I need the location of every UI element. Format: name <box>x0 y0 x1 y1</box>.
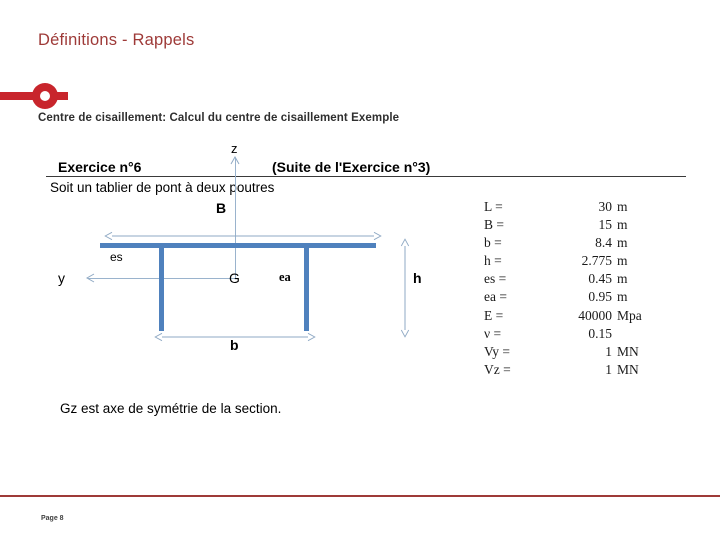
label-height: h <box>413 270 422 286</box>
parameter-unit: m <box>617 235 628 251</box>
right-girder-web-shape <box>304 247 309 331</box>
parameter-value: 15 <box>598 217 613 233</box>
exercise-title-right: (Suite de l'Exercice n°3) <box>272 159 431 175</box>
deck-slab-shape <box>100 243 376 248</box>
parameter-value: 1 <box>605 343 612 359</box>
table-row: L = 30 m <box>484 200 659 218</box>
parameter-value: 0.95 <box>588 289 612 305</box>
parameter-values-body: L = 30 m B = 15 m b = 8.4 m h = 2.775 m es = 0.45 m ea … <box>484 200 659 381</box>
footer-divider <box>0 495 720 497</box>
label-spacing: b <box>230 337 239 353</box>
parameter-value: 0.15 <box>588 325 612 341</box>
page-title: Définitions - Rappels <box>38 31 195 49</box>
table-row: b = 8.4 m <box>484 236 659 254</box>
left-girder-web-shape <box>159 247 164 331</box>
parameter-symbol: Vy = <box>484 343 510 359</box>
table-row: E = 40000 Mpa <box>484 307 659 327</box>
parameter-value: 2.775 <box>581 253 612 269</box>
parameter-symbol: es = <box>484 271 507 287</box>
parameter-value: 0.45 <box>588 271 612 287</box>
parameter-symbol: h = <box>484 253 502 269</box>
table-row: Vy = 1 MN <box>484 343 659 363</box>
exercise-title-left: Exercice n°6 <box>58 159 142 175</box>
parameter-value: 8.4 <box>595 235 612 251</box>
parameter-symbol: E = <box>484 307 504 323</box>
label-y-axis: y <box>58 270 65 286</box>
table-row: B = 15 m <box>484 218 659 236</box>
page-number: Page 8 <box>41 515 64 522</box>
label-web-thickness: ea <box>279 270 291 284</box>
parameter-unit: Mpa <box>617 307 642 323</box>
parameter-symbol: L = <box>484 199 503 214</box>
parameter-unit: MN <box>617 343 639 359</box>
parameter-symbol: B = <box>484 217 504 233</box>
section-subtitle: Centre de cisaillement: Calcul du centre… <box>38 112 400 124</box>
parameter-unit: m <box>617 289 628 305</box>
table-row: Vz = 1 MN <box>484 363 659 381</box>
symmetry-note: Gz est axe de symétrie de la section. <box>60 401 282 416</box>
table-row: ea = 0.95 m <box>484 290 659 308</box>
parameter-unit: m <box>617 199 628 214</box>
bullet-decoration <box>0 83 70 109</box>
parameter-unit: m <box>617 271 628 287</box>
parameter-unit: m <box>617 217 628 233</box>
z-axis-line <box>235 158 236 278</box>
parameter-value: 40000 <box>578 307 612 323</box>
parameter-value: 30 <box>598 199 613 214</box>
label-flange-width: B <box>216 200 227 216</box>
parameter-symbol: b = <box>484 235 502 251</box>
exercise-intro-text: Soit un tablier de pont à deux poutres <box>50 180 275 195</box>
label-centroid: G <box>229 270 240 286</box>
parameter-unit: m <box>617 253 628 269</box>
label-slab-thickness: es <box>110 250 123 264</box>
label-z-axis: z <box>231 141 238 156</box>
parameter-value: 1 <box>605 361 612 377</box>
parameter-symbol: ea = <box>484 289 507 305</box>
table-row: es = 0.45 m <box>484 272 659 290</box>
heading-divider <box>46 176 686 177</box>
bullet-ring-hole-icon <box>40 91 50 101</box>
parameter-unit: MN <box>617 361 639 377</box>
table-row: ν = 0.15 <box>484 325 659 345</box>
parameter-values-table: L = 30 m B = 15 m b = 8.4 m h = 2.775 m es = 0.45 m ea … <box>484 200 659 381</box>
table-row: h = 2.775 m <box>484 254 659 272</box>
parameter-unit <box>617 327 659 345</box>
parameter-symbol: ν = <box>484 325 502 341</box>
parameter-symbol: Vz = <box>484 361 511 377</box>
